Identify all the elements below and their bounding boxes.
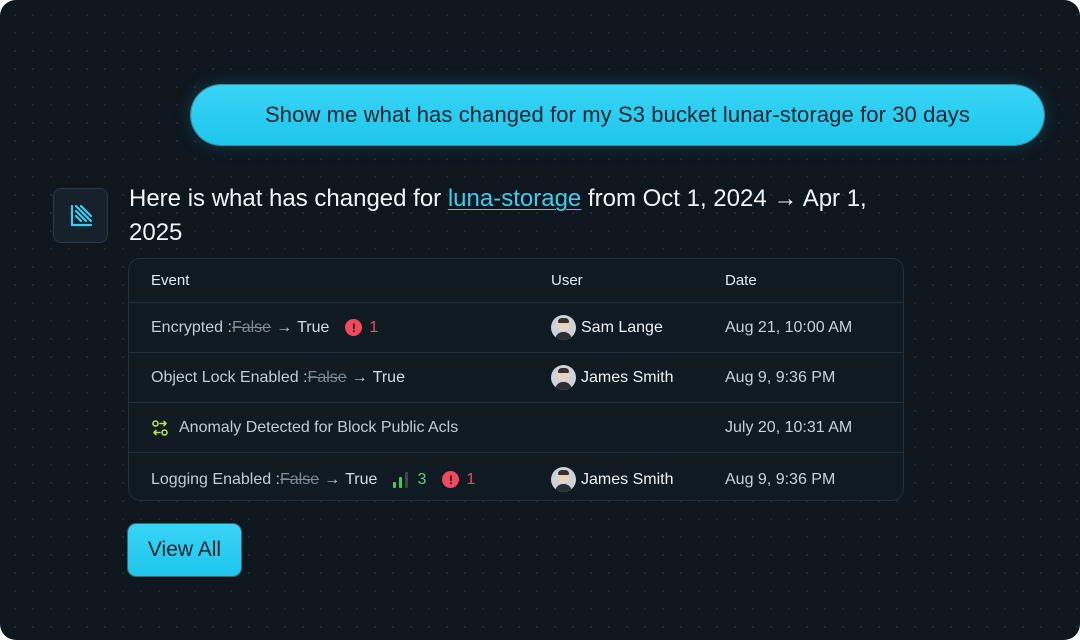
date-cell: Aug 9, 9:36 PM (725, 368, 836, 386)
table-header: Event User Date (129, 259, 903, 303)
changes-table: Event User Date Encrypted : False → True… (128, 258, 904, 501)
event-label: Object Lock Enabled : (151, 368, 308, 386)
date-cell: Aug 9, 9:36 PM (725, 470, 836, 488)
assistant-reply: Here is what has changed for luna-storag… (129, 182, 869, 250)
table-row[interactable]: Object Lock Enabled : False → True James… (129, 353, 903, 403)
signal-count: 3 (417, 470, 427, 488)
event-label: Anomaly Detected for Block Public Acls (179, 418, 459, 436)
signal-bar (405, 471, 409, 488)
avatar (551, 467, 576, 492)
signal-bars-icon (393, 481, 397, 488)
event-cell: Encrypted : False → True ! 1 (129, 319, 529, 337)
user-message-text: Show me what has changed for my S3 bucke… (265, 102, 970, 127)
new-value: True (297, 318, 330, 336)
user-name: James Smith (581, 368, 674, 386)
old-value: False (231, 318, 272, 336)
arrow-right-icon: → (351, 368, 368, 386)
date-cell: Aug 21, 10:00 AM (725, 318, 853, 336)
alert-circle-icon: ! (345, 319, 363, 336)
user-name: Sam Lange (581, 318, 663, 336)
luna-logo-icon (53, 188, 108, 243)
avatar (551, 315, 576, 340)
table-row[interactable]: Logging Enabled : False → True 3 ! 1 Jam… (129, 453, 903, 500)
header-user: User (551, 272, 583, 289)
event-cell: Logging Enabled : False → True 3 ! 1 (129, 471, 529, 489)
signal-badge[interactable]: 3 (393, 470, 427, 488)
anomaly-swap-icon (151, 419, 169, 437)
user-cell: James Smith (529, 365, 703, 390)
date-cell: July 20, 10:31 AM (725, 418, 853, 436)
arrow-right-icon: → (324, 470, 341, 488)
header-event: Event (151, 272, 190, 289)
alert-badge[interactable]: ! 1 (442, 471, 475, 489)
arrow-right-icon: → (276, 318, 293, 336)
bucket-link[interactable]: luna-storage (448, 185, 581, 212)
new-value: True (372, 368, 405, 386)
chat-window: Show me what has changed for my S3 bucke… (0, 0, 1080, 640)
table-row[interactable]: Anomaly Detected for Block Public Acls J… (129, 403, 903, 453)
event-label: Logging Enabled : (151, 470, 280, 488)
alert-count: 1 (466, 470, 476, 488)
event-cell: Object Lock Enabled : False → True (129, 369, 529, 387)
user-cell: James Smith (529, 467, 703, 492)
old-value: False (307, 368, 347, 386)
user-cell: Sam Lange (529, 315, 703, 340)
event-label: Encrypted : (151, 318, 232, 336)
header-date: Date (725, 272, 757, 289)
alert-badge[interactable]: ! 1 (345, 319, 378, 337)
signal-bar (399, 476, 403, 488)
user-name: James Smith (581, 470, 674, 488)
user-message: Show me what has changed for my S3 bucke… (191, 85, 1044, 145)
new-value: True (345, 470, 378, 488)
view-all-button[interactable]: View All (128, 524, 241, 576)
table-row[interactable]: Encrypted : False → True ! 1 Sam Lange A… (129, 303, 903, 353)
avatar (551, 365, 576, 390)
alert-circle-icon: ! (442, 471, 460, 488)
reply-prefix: Here is what has changed for (129, 185, 448, 212)
event-cell: Anomaly Detected for Block Public Acls (129, 419, 529, 437)
alert-count: 1 (369, 318, 379, 336)
old-value: False (280, 470, 320, 488)
